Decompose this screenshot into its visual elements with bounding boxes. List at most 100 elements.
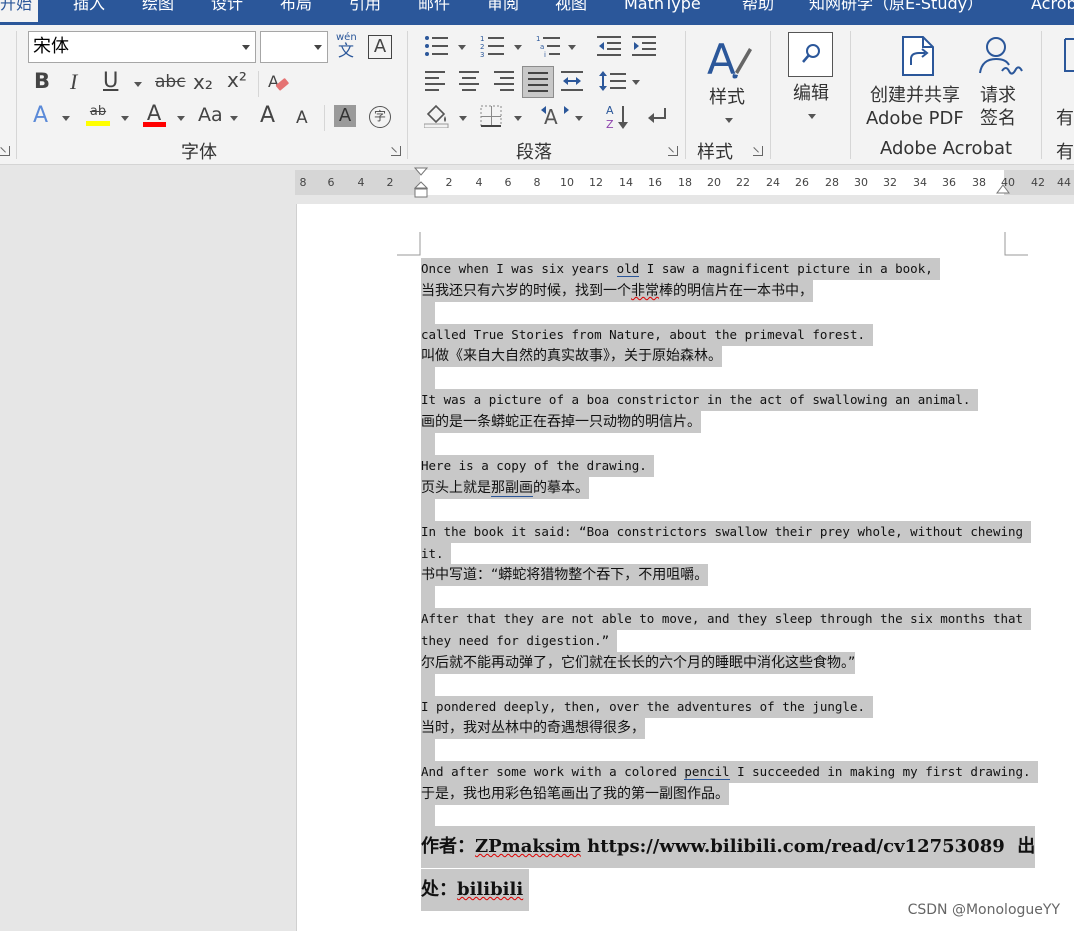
grow-font-button[interactable]: A <box>260 105 275 127</box>
chevron-down-icon[interactable] <box>575 116 583 121</box>
text-effects-button[interactable]: A <box>33 105 48 127</box>
numbering-icon[interactable]: 1 2 3 <box>480 35 506 57</box>
align-center-icon[interactable] <box>459 71 481 91</box>
tab-draw[interactable]: 绘图 <box>142 0 174 22</box>
chevron-down-icon[interactable] <box>230 116 238 121</box>
clipboard-dialog-launcher-icon[interactable] <box>0 146 10 156</box>
right-indent-marker-icon[interactable] <box>996 184 1010 196</box>
tab-view[interactable]: 视图 <box>555 0 587 22</box>
tab-review[interactable]: 审阅 <box>487 0 519 22</box>
paragraph-en[interactable]: It was a picture of a boa constrictor in… <box>421 389 978 411</box>
character-border-button[interactable]: A <box>368 35 392 59</box>
paragraph-zh[interactable]: 尔后就不能再动弹了，它们就在长长的六个月的睡眠中消化这些食物。” <box>421 652 856 674</box>
highlight-color-bar <box>86 121 110 126</box>
font-dialog-launcher-icon[interactable] <box>391 146 401 156</box>
borders-icon[interactable] <box>480 105 504 127</box>
chevron-down-icon[interactable] <box>459 116 467 121</box>
paragraph-en[interactable]: called True Stories from Nature, about t… <box>421 324 873 346</box>
tab-references[interactable]: 引用 <box>349 0 381 22</box>
chevron-down-icon[interactable] <box>134 82 142 87</box>
styles-dialog-launcher-icon[interactable] <box>753 146 763 156</box>
tab-mailings[interactable]: 邮件 <box>418 0 450 22</box>
paragraph-en-continued[interactable]: it. <box>421 543 452 565</box>
horizontal-ruler[interactable]: 8 6 4 2 2 4 6 8 10 12 14 16 18 20 22 24 … <box>295 167 1074 198</box>
paragraph-zh[interactable]: 于是，我也用彩色铅笔画出了我的第一副图作品。 <box>421 783 729 805</box>
chevron-down-icon[interactable] <box>514 45 522 50</box>
chevron-down-icon[interactable] <box>632 80 640 85</box>
sort-icon[interactable]: A Z <box>606 103 630 131</box>
paragraph-en-continued[interactable]: they need for digestion.” <box>421 630 617 652</box>
tab-mathtype[interactable]: MathType <box>624 0 701 22</box>
paragraph-dialog-launcher-icon[interactable] <box>668 146 678 156</box>
show-formatting-icon[interactable] <box>645 106 669 128</box>
paragraph-en[interactable]: And after some work with a colored penci… <box>421 761 1039 783</box>
tab-design[interactable]: 设计 <box>211 0 243 22</box>
text-run: called True Stories from Nature, about t… <box>421 324 873 346</box>
align-left-icon[interactable] <box>425 71 447 91</box>
paragraph-zh[interactable]: 当我还只有六岁的时候，找到一个非常棒的明信片在一本书中， <box>421 280 813 302</box>
editing-box <box>788 32 833 77</box>
paragraph-en[interactable]: Here is a copy of the drawing. <box>421 455 655 477</box>
chevron-down-icon[interactable] <box>458 45 466 50</box>
paragraph-en[interactable]: Once when I was six years old I saw a ma… <box>421 258 941 280</box>
chevron-down-icon[interactable] <box>121 116 129 121</box>
shrink-font-button[interactable]: A <box>296 110 308 127</box>
bullets-icon[interactable] <box>424 35 450 57</box>
distributed-icon[interactable] <box>561 71 583 91</box>
character-shading-button[interactable]: A <box>334 105 356 127</box>
paragraph-en[interactable]: I pondered deeply, then, over the advent… <box>421 696 873 718</box>
shading-icon[interactable] <box>424 104 450 128</box>
styles-button[interactable]: A 样式 <box>700 30 760 130</box>
paragraph-en[interactable]: In the book it said: “Boa constrictors s… <box>421 521 1031 543</box>
increase-indent-icon[interactable] <box>632 35 656 57</box>
clear-formatting-icon[interactable]: A <box>266 71 290 95</box>
font-color-button[interactable]: A <box>143 103 165 124</box>
ruler-number: 38 <box>972 176 986 189</box>
author-line[interactable]: 作者：ZPmaksim https://www.bilibili.com/rea… <box>421 826 1036 868</box>
paragraph-zh[interactable]: 当时，我对丛林中的奇遇想得很多， <box>421 717 645 739</box>
highlight-button[interactable]: ab <box>85 105 111 118</box>
indent-marker-icon[interactable] <box>414 167 428 201</box>
font-size-combo[interactable] <box>260 31 328 63</box>
paragraph-en[interactable]: After that they are not able to move, an… <box>421 608 1031 630</box>
chevron-down-icon[interactable] <box>514 116 522 121</box>
tab-layout[interactable]: 布局 <box>280 0 312 22</box>
italic-button[interactable]: I <box>70 71 77 93</box>
paragraph-zh[interactable]: 页头上就是那副画的摹本。 <box>421 477 589 499</box>
paragraph-zh[interactable]: 叫做《来自大自然的真实故事》，关于原始森林。 <box>421 345 722 367</box>
create-share-pdf-button[interactable]: 创建并共享 Adobe PDF <box>864 33 968 133</box>
chinese-layout-icon[interactable]: A <box>540 104 570 128</box>
editing-button[interactable]: 编辑 <box>786 30 836 130</box>
change-case-button[interactable]: Aa <box>198 106 223 125</box>
subscript-button[interactable]: x₂ <box>193 72 213 92</box>
underline-button[interactable]: U <box>103 70 118 91</box>
paragraph-group-label: 段落 <box>516 142 552 163</box>
phonetic-guide-button[interactable]: wén 文 <box>336 33 357 59</box>
ruler-number: 24 <box>766 176 780 189</box>
tab-insert[interactable]: 插入 <box>73 0 105 22</box>
superscript-button[interactable]: x² <box>227 70 247 90</box>
paragraph-zh[interactable]: 画的是一条蟒蛇正在吞掉一只动物的明信片。 <box>421 411 701 433</box>
empty-line <box>421 739 435 761</box>
strikethrough-button[interactable]: abc <box>155 74 186 91</box>
justify-button[interactable] <box>522 66 554 98</box>
font-name-combo[interactable]: 宋体 <box>28 31 256 63</box>
paragraph-zh[interactable]: 书中写道：“蟒蛇将猎物整个吞下，不用咀嚼。 <box>421 564 709 586</box>
tab-help[interactable]: 帮助 <box>742 0 774 22</box>
chevron-down-icon[interactable] <box>62 116 70 121</box>
tab-home[interactable]: 开始 <box>0 0 39 22</box>
decrease-indent-icon[interactable] <box>597 35 621 57</box>
enclose-characters-button[interactable]: 字 <box>369 106 391 128</box>
align-right-icon[interactable] <box>494 71 516 91</box>
chevron-down-icon[interactable] <box>568 45 576 50</box>
cut-off-label-2: 有 <box>1056 142 1074 163</box>
request-signature-button[interactable]: 请求 签名 <box>974 33 1024 133</box>
line-spacing-icon[interactable] <box>599 69 627 93</box>
text-run: it. <box>421 543 452 565</box>
chevron-down-icon[interactable] <box>177 116 185 121</box>
multilevel-list-icon[interactable]: 1 a i <box>536 35 562 57</box>
source-line[interactable]: 处：bilibili <box>421 869 530 911</box>
tab-cnki[interactable]: 知网研学（原E-Study） <box>809 0 983 22</box>
tab-acrobat[interactable]: Acrob <box>1031 0 1074 22</box>
bold-button[interactable]: B <box>34 71 50 92</box>
